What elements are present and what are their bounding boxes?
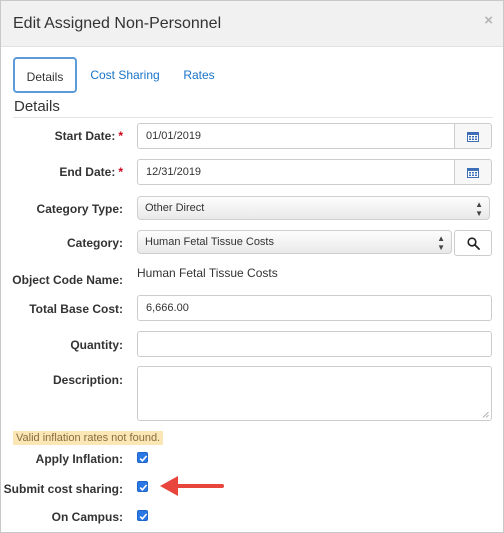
inflation-warning: Valid inflation rates not found.	[13, 431, 164, 445]
category-type-value: Other Direct	[145, 202, 205, 214]
check-icon	[139, 513, 148, 520]
tab-bar: Details Cost Sharing Rates	[13, 57, 493, 93]
search-icon	[467, 237, 480, 250]
close-icon[interactable]: ×	[484, 12, 493, 29]
quantity-input[interactable]	[137, 331, 492, 357]
arrow-pointer-icon	[160, 476, 224, 496]
on-campus-checkbox[interactable]	[137, 510, 148, 521]
calendar-icon	[467, 132, 479, 142]
on-campus-label: On Campus:	[51, 510, 123, 524]
quantity-label: Quantity:	[70, 338, 123, 352]
calendar-icon	[467, 168, 479, 178]
category-search-button[interactable]	[454, 230, 492, 256]
start-date-calendar-button[interactable]	[454, 123, 492, 149]
section-title: Details	[14, 98, 60, 115]
category-value: Human Fetal Tissue Costs	[145, 236, 274, 248]
section-divider	[13, 117, 493, 118]
description-textarea[interactable]	[137, 366, 492, 421]
total-base-cost-input[interactable]: 6,666.00	[137, 295, 492, 321]
dialog-title: Edit Assigned Non-Personnel	[13, 15, 222, 32]
description-label: Description:	[52, 373, 123, 387]
start-date-input[interactable]: 01/01/2019	[137, 123, 455, 149]
end-date-label: End Date: *	[59, 165, 123, 179]
submit-cost-sharing-checkbox[interactable]	[137, 481, 148, 492]
edit-non-personnel-dialog: Edit Assigned Non-Personnel × Details Co…	[0, 0, 504, 533]
submit-cost-sharing-label: Submit cost sharing:	[3, 482, 123, 496]
end-date-calendar-button[interactable]	[454, 159, 492, 185]
select-arrows-icon: ▲ ▼	[437, 234, 445, 252]
resize-grip-icon[interactable]	[482, 411, 489, 418]
dialog-header: Edit Assigned Non-Personnel ×	[1, 1, 503, 47]
category-select[interactable]: Human Fetal Tissue Costs ▲ ▼	[137, 230, 452, 254]
tab-rates[interactable]: Rates	[176, 57, 222, 93]
object-code-name-label: Object Code Name:	[12, 273, 123, 287]
tab-details[interactable]: Details	[13, 57, 77, 93]
category-type-select[interactable]: Other Direct ▲ ▼	[137, 196, 490, 220]
required-marker: *	[118, 165, 123, 179]
object-code-name-value: Human Fetal Tissue Costs	[137, 266, 278, 280]
check-icon	[139, 484, 148, 491]
apply-inflation-label: Apply Inflation:	[35, 452, 123, 466]
select-arrows-icon: ▲ ▼	[475, 200, 483, 218]
check-icon	[139, 455, 148, 462]
required-marker: *	[118, 129, 123, 143]
end-date-input[interactable]: 12/31/2019	[137, 159, 455, 185]
total-base-cost-label: Total Base Cost:	[29, 302, 123, 316]
category-type-label: Category Type:	[36, 202, 123, 216]
category-label: Category:	[66, 236, 123, 250]
tab-cost-sharing[interactable]: Cost Sharing	[85, 57, 165, 93]
apply-inflation-checkbox[interactable]	[137, 452, 148, 463]
start-date-label: Start Date: *	[54, 129, 123, 143]
